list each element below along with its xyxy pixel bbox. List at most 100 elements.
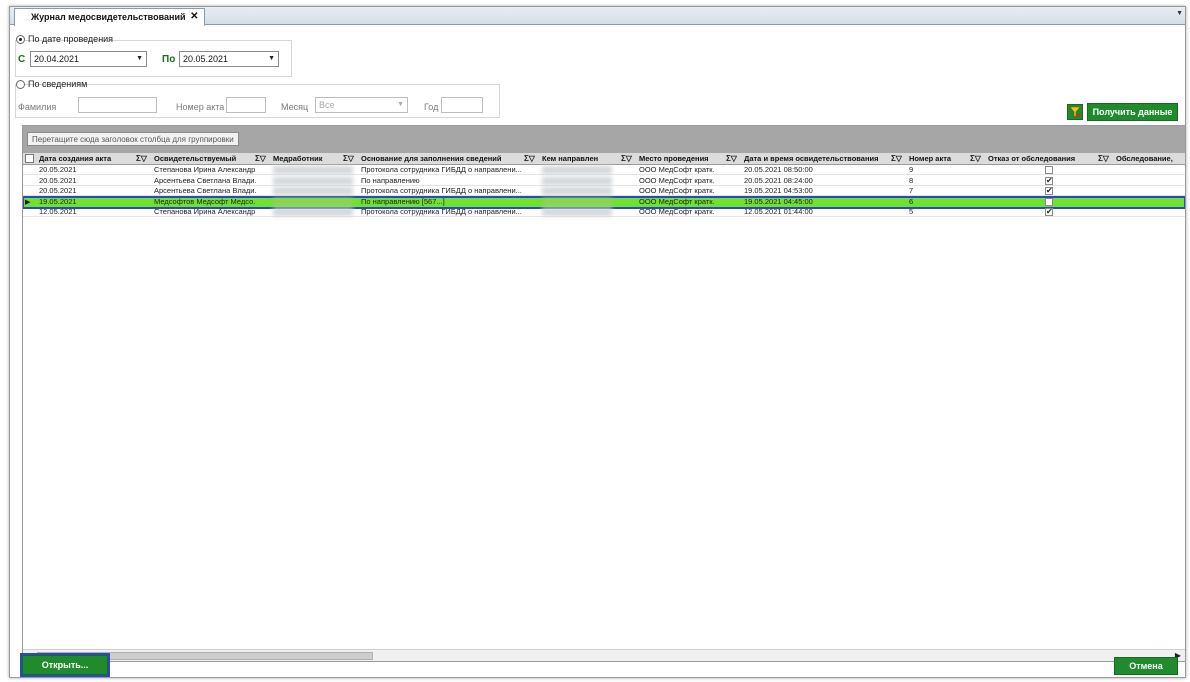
cell-created: 12.05.2021 (39, 207, 77, 216)
journal-grid: Перетащите сюда заголовок столбца для гр… (22, 125, 1186, 662)
date-from-value: 20.04.2021 (34, 54, 80, 64)
act-number-field[interactable] (226, 97, 266, 113)
get-data-button[interactable]: Получить данные (1087, 103, 1178, 121)
redacted-medic (273, 197, 353, 206)
cell-act: 8 (909, 175, 914, 185)
sum-filter-icon[interactable]: Σ▽ (255, 153, 266, 165)
year-field[interactable] (441, 97, 483, 113)
sum-filter-icon[interactable]: Σ▽ (524, 153, 535, 165)
chevron-down-icon[interactable]: ▼ (397, 101, 404, 108)
tab-journal[interactable]: Журнал медосвидетельствований ✕ (14, 8, 205, 26)
cell-created: 20.05.2021 (39, 165, 77, 174)
column-header[interactable]: Номер акта (907, 153, 971, 165)
month-select-value: Все (319, 100, 335, 110)
cell-act: 5 (909, 207, 914, 216)
year-label: Год (424, 102, 439, 112)
horizontal-scrollbar[interactable]: ◀ ▶ (23, 649, 1185, 661)
cell-person: Медсофтов Медсофт Медсо... (154, 196, 256, 206)
filter-icon[interactable] (1067, 104, 1083, 120)
sum-filter-icon[interactable]: Σ▽ (621, 153, 632, 165)
radio-by-date[interactable]: По дате проведения (16, 34, 113, 44)
date-to-value: 20.05.2021 (183, 54, 229, 64)
column-header[interactable]: Отказ от обследования (986, 153, 1099, 165)
radio-by-date-label: По дате проведения (28, 34, 114, 44)
refusal-checkbox[interactable] (1045, 197, 1053, 206)
redacted-medic (273, 166, 353, 174)
table-row[interactable]: 20.05.2021 Степанова Ирина Александр... Пр… (23, 165, 1185, 175)
radio-by-date-button[interactable] (16, 34, 25, 44)
column-header[interactable]: Кем направлен (540, 153, 622, 165)
chevron-down-icon[interactable]: ▼ (268, 55, 275, 62)
redacted-medic (273, 187, 353, 195)
close-icon[interactable]: ✕ (190, 11, 198, 22)
column-header[interactable]: Освидетельствуемый (152, 153, 256, 165)
cell-act: 7 (909, 186, 914, 195)
cell-created: 20.05.2021 (39, 186, 77, 195)
date-from-label: С (18, 54, 26, 65)
grid-header: Дата создания акта Σ▽ Освидетельствуемый Σ▽… (23, 153, 1185, 165)
open-button[interactable]: Открыть... (20, 653, 110, 677)
current-row-icon: ▶ (25, 198, 31, 206)
redacted-referrer (542, 166, 612, 174)
date-to-field[interactable]: 20.05.2021 ▼ (179, 51, 279, 67)
cell-reason: По направлению [567...] (361, 196, 445, 206)
radio-by-info[interactable]: По сведениям (16, 79, 87, 89)
sum-filter-icon[interactable]: Σ▽ (970, 153, 981, 165)
cell-reason: Протокола сотрудника ГИБДД о направлени.… (361, 165, 522, 174)
cell-datetime: 20.05.2021 08:24:00 (744, 175, 813, 185)
tab-list-dropdown-icon[interactable]: ▼ (1176, 10, 1183, 17)
cell-place: ООО МедСофт кратк. (639, 175, 715, 185)
sum-filter-icon[interactable]: Σ▽ (891, 153, 902, 165)
date-to-label: По (162, 54, 176, 65)
chevron-down-icon[interactable]: ▼ (136, 55, 143, 62)
column-header[interactable]: Медработник (271, 153, 345, 165)
sum-filter-icon[interactable]: Σ▽ (1098, 153, 1109, 165)
tab-strip: Журнал медосвидетельствований ✕ ▼ (10, 7, 1185, 26)
date-from-field[interactable]: 20.04.2021 ▼ (30, 51, 147, 67)
refusal-checkbox[interactable]: ✔ (1045, 176, 1053, 185)
group-panel: Перетащите сюда заголовок столбца для гр… (23, 126, 1185, 153)
cell-person: Степанова Ирина Александр... (154, 207, 256, 216)
redacted-medic (273, 176, 353, 185)
column-header[interactable]: Дата и время освидетельствования (742, 153, 892, 165)
table-row[interactable]: 20.05.2021 Арсентьева Светлана Влади... По… (23, 176, 1185, 186)
cell-reason: Протокола сотрудника ГИБДД о направлени.… (361, 207, 522, 216)
radio-by-info-label: По сведениям (28, 79, 88, 89)
column-chooser-icon[interactable] (25, 154, 34, 163)
cell-datetime: 20.05.2021 08:50:00 (744, 165, 813, 174)
table-row[interactable]: 20.05.2021 Арсентьева Светлана Влади... Пр… (23, 186, 1185, 196)
month-select[interactable]: Все ▼ (315, 97, 408, 113)
cell-created: 20.05.2021 (39, 175, 77, 185)
cell-datetime: 19.05.2021 04:45:00 (744, 196, 813, 206)
redacted-referrer (542, 208, 612, 216)
sum-filter-icon[interactable]: Σ▽ (343, 153, 354, 165)
cell-reason: По направлению (361, 175, 420, 185)
refusal-checkbox[interactable] (1045, 166, 1053, 174)
cell-datetime: 12.05.2021 01:44:00 (744, 207, 813, 216)
journal-window: Журнал медосвидетельствований ✕ ▼ По дат… (9, 6, 1186, 678)
table-row[interactable]: 12.05.2021 Степанова Ирина Александр... Пр… (23, 207, 1185, 217)
radio-by-info-button[interactable] (16, 79, 25, 89)
refusal-checkbox[interactable]: ✔ (1045, 187, 1053, 195)
surname-field[interactable] (78, 97, 157, 113)
redacted-referrer (542, 197, 612, 206)
cell-place: ООО МедСофт кратк. (639, 186, 715, 195)
sum-filter-icon[interactable]: Σ▽ (726, 153, 737, 165)
cancel-button[interactable]: Отмена (1114, 657, 1178, 675)
column-header[interactable]: Основание для заполнения сведений (359, 153, 525, 165)
column-header[interactable]: Место проведения (637, 153, 727, 165)
column-header[interactable]: Дата создания акта (37, 153, 137, 165)
redacted-referrer (542, 187, 612, 195)
cell-reason: Протокола сотрудника ГИБДД о направлени.… (361, 186, 522, 195)
refusal-checkbox[interactable]: ✔ (1045, 208, 1053, 216)
table-row[interactable]: ▶ 19.05.2021 Медсофтов Медсофт Медсо... По … (23, 195, 1185, 209)
column-header[interactable]: Обследование, (1114, 153, 1185, 165)
redacted-medic (273, 208, 353, 216)
cell-act: 6 (909, 196, 914, 206)
cell-place: ООО МедСофт кратк. (639, 165, 715, 174)
month-label: Месяц (281, 102, 309, 112)
act-number-label: Номер акта (176, 102, 225, 112)
cell-place: ООО МедСофт кратк. (639, 207, 715, 216)
cell-person: Степанова Ирина Александр... (154, 165, 256, 174)
sum-filter-icon[interactable]: Σ▽ (136, 153, 147, 165)
